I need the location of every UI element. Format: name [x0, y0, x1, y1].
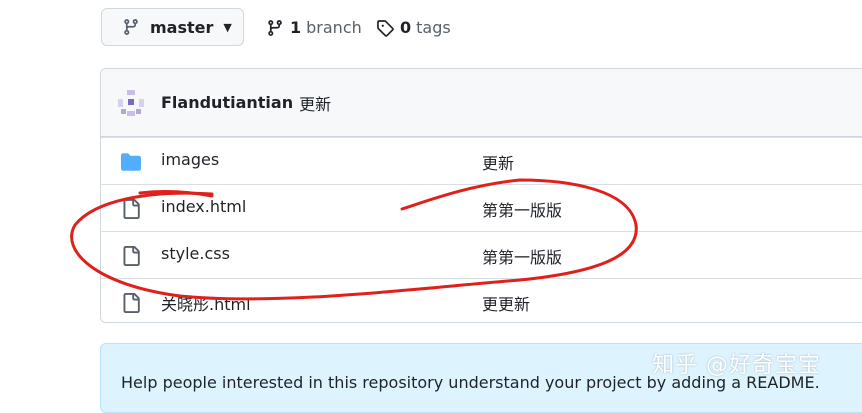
- file-commit-message[interactable]: 第第一版版: [482, 244, 562, 268]
- file-row[interactable]: index.html 第第一版版: [101, 184, 862, 231]
- branch-count: 1: [290, 18, 302, 37]
- branches-link[interactable]: 1 branch: [266, 18, 362, 37]
- file-row[interactable]: 关晓彤.html 更更新: [101, 278, 862, 322]
- git-branch-icon: [266, 19, 284, 37]
- tag-icon: [376, 19, 394, 37]
- file-name[interactable]: style.css: [161, 244, 230, 263]
- folder-icon: [121, 152, 141, 172]
- branch-selector-button[interactable]: master ▼: [101, 8, 244, 46]
- branch-count-label: branch: [306, 18, 362, 37]
- chevron-down-icon: ▼: [223, 20, 232, 34]
- tag-count-label: tags: [416, 18, 451, 37]
- latest-commit-bar: Flandutiantian 更新: [101, 69, 862, 137]
- git-branch-icon: [122, 18, 140, 36]
- file-icon: [121, 199, 141, 219]
- avatar[interactable]: [117, 88, 145, 117]
- branch-name: master: [150, 17, 214, 37]
- commit-author[interactable]: Flandutiantian: [161, 93, 293, 112]
- file-icon: [121, 246, 141, 266]
- tag-count: 0: [400, 18, 412, 37]
- file-row[interactable]: style.css 第第一版版: [101, 231, 862, 278]
- file-commit-message[interactable]: 更更新: [482, 291, 530, 315]
- file-browser: Flandutiantian 更新 images 更新 index.html 第…: [100, 68, 862, 323]
- tags-link[interactable]: 0 tags: [376, 18, 451, 37]
- file-name[interactable]: images: [161, 150, 219, 169]
- file-commit-message[interactable]: 更新: [482, 150, 514, 174]
- file-icon: [121, 293, 141, 313]
- watermark: 知乎 @好奇宝宝: [652, 353, 821, 378]
- file-name[interactable]: index.html: [161, 197, 246, 216]
- file-row[interactable]: images 更新: [101, 137, 862, 184]
- file-commit-message[interactable]: 第第一版版: [482, 197, 562, 221]
- commit-message[interactable]: 更新: [299, 91, 331, 115]
- file-name[interactable]: 关晓彤.html: [161, 291, 251, 315]
